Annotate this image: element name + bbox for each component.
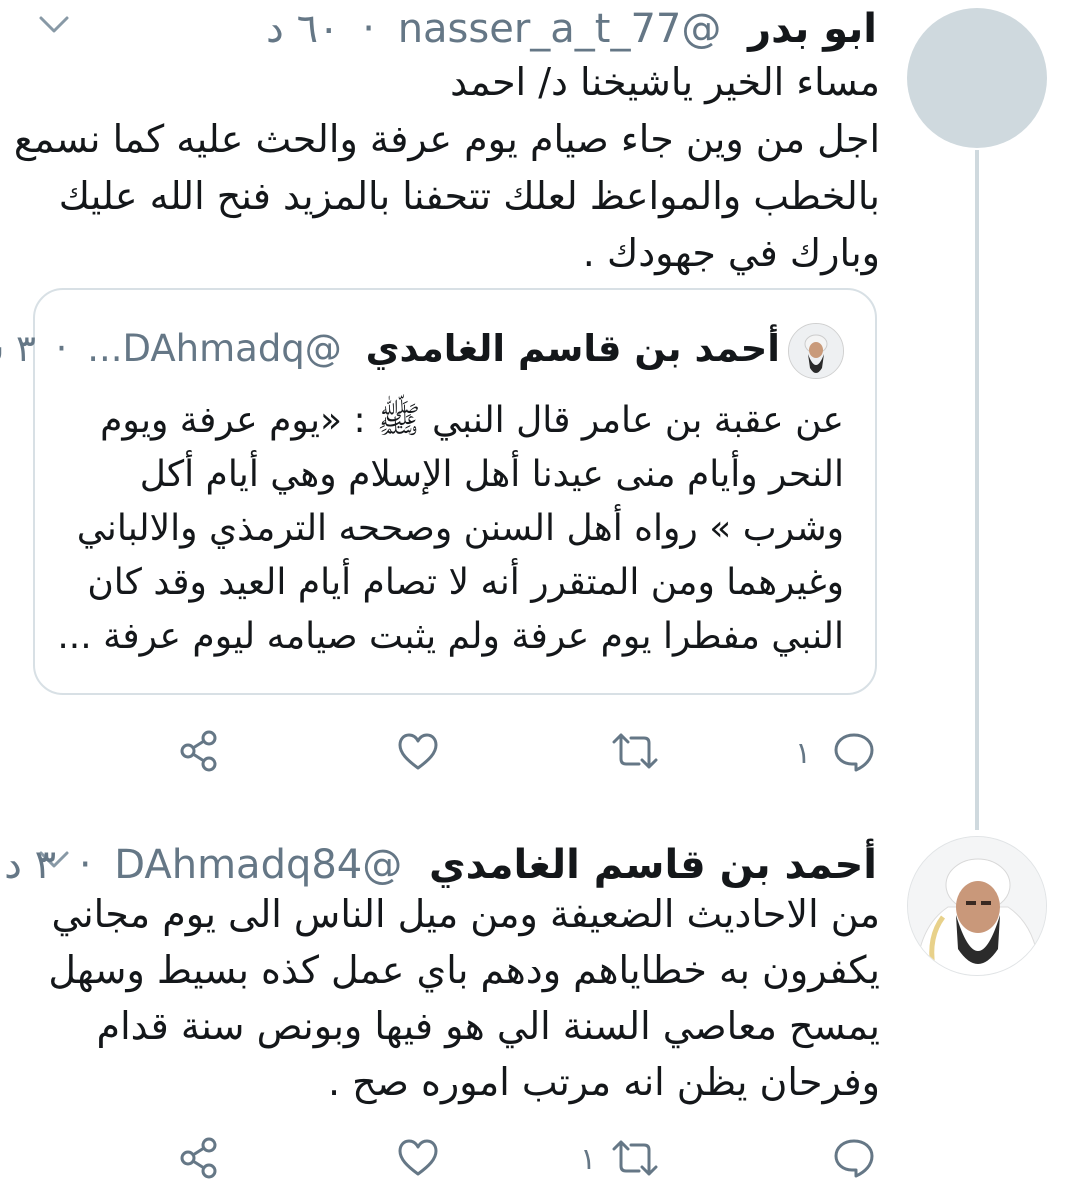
- text-line: عن عقبة بن عامر قال النبي ﷺ : «يوم عرفة …: [100, 400, 844, 441]
- text-line: وغيرهما ومن المتقرر أنه لا تصام أيام الع…: [87, 562, 844, 603]
- user-handle[interactable]: @nasser_a_t_77: [398, 6, 722, 52]
- timestamp[interactable]: ٦٠ د: [266, 6, 340, 52]
- text-line: بالخطب والمواعظ لعلك تتحفنا بالمزيد فنح …: [58, 174, 880, 218]
- retweet-count: ١: [580, 1142, 597, 1177]
- quoted-tweet-card[interactable]: أحمد بن قاسم الغامدي @DAhmadq... · ٣ س ع…: [0, 288, 877, 695]
- person-photo-icon: [908, 837, 1046, 975]
- tweet-header: أحمد بن قاسم الغامدي @DAhmadq84 · ٣ د: [4, 840, 877, 890]
- text-line: وفرحان يظن انه مرتب اموره صح .: [327, 1060, 880, 1104]
- text-line: يمسح معاصي السنة الي هو فيها وبونص سنة ق…: [96, 1004, 880, 1048]
- like-icon[interactable]: [397, 1139, 439, 1177]
- text-line: النبي مفطرا يوم عرفة ولم يثبت صيامه ليوم…: [57, 616, 844, 657]
- reply-icon[interactable]: [833, 732, 875, 772]
- separator-dot: ·: [78, 842, 92, 888]
- separator-dot: ·: [362, 6, 375, 52]
- quote-display-name: أحمد بن قاسم الغامدي: [365, 327, 780, 370]
- person-photo-icon: [789, 324, 843, 378]
- display-name[interactable]: ابو بدر: [748, 6, 877, 52]
- thread-line: [975, 150, 979, 830]
- tweet-text: من الاحاديث الضعيفة ومن ميل الناس الى يو…: [48, 886, 880, 1110]
- retweet-icon[interactable]: [611, 733, 659, 769]
- chevron-down-icon[interactable]: [38, 14, 70, 36]
- share-icon[interactable]: [179, 1137, 221, 1179]
- reply-icon[interactable]: [833, 1138, 875, 1178]
- timestamp[interactable]: ٣ د: [4, 842, 56, 888]
- text-line: وبارك في جهودك .: [582, 231, 880, 275]
- avatar[interactable]: [907, 8, 1047, 148]
- text-line: يكفرون به خطاياهم ودهم باي عمل كذه بسيط …: [48, 948, 880, 992]
- text-line: وشرب » رواه أهل السنن وصححه الترمذي والا…: [76, 508, 844, 549]
- avatar[interactable]: [907, 836, 1047, 976]
- user-handle[interactable]: @DAhmadq84: [114, 842, 402, 888]
- tweet-text: مساء الخير ياشيخنا د/ احمد اجل من وين جا…: [14, 54, 880, 282]
- share-icon[interactable]: [179, 730, 221, 772]
- tweet-header: ابو بدر @nasser_a_t_77 · ٦٠ د: [266, 4, 877, 54]
- text-line: اجل من وين جاء صيام يوم عرفة والحث عليه …: [13, 117, 880, 161]
- quote-header: أحمد بن قاسم الغامدي @DAhmadq... · ٣ س: [0, 324, 780, 374]
- reply-count: ١: [795, 736, 812, 771]
- display-name[interactable]: أحمد بن قاسم الغامدي: [429, 842, 877, 888]
- text-line: النحر وأيام منى عيدنا أهل الإسلام وهي أي…: [139, 454, 844, 495]
- separator-dot: ·: [55, 327, 68, 370]
- text-line: مساء الخير ياشيخنا د/ احمد: [450, 60, 880, 104]
- quote-timestamp: ٣ س: [0, 327, 36, 370]
- quote-avatar: [788, 323, 844, 379]
- text-line: من الاحاديث الضعيفة ومن ميل الناس الى يو…: [51, 892, 880, 936]
- quote-user-handle: @DAhmadq...: [87, 327, 342, 370]
- like-icon[interactable]: [397, 733, 439, 771]
- quote-text: عن عقبة بن عامر قال النبي ﷺ : «يوم عرفة …: [57, 394, 844, 664]
- retweet-icon[interactable]: [611, 1140, 659, 1176]
